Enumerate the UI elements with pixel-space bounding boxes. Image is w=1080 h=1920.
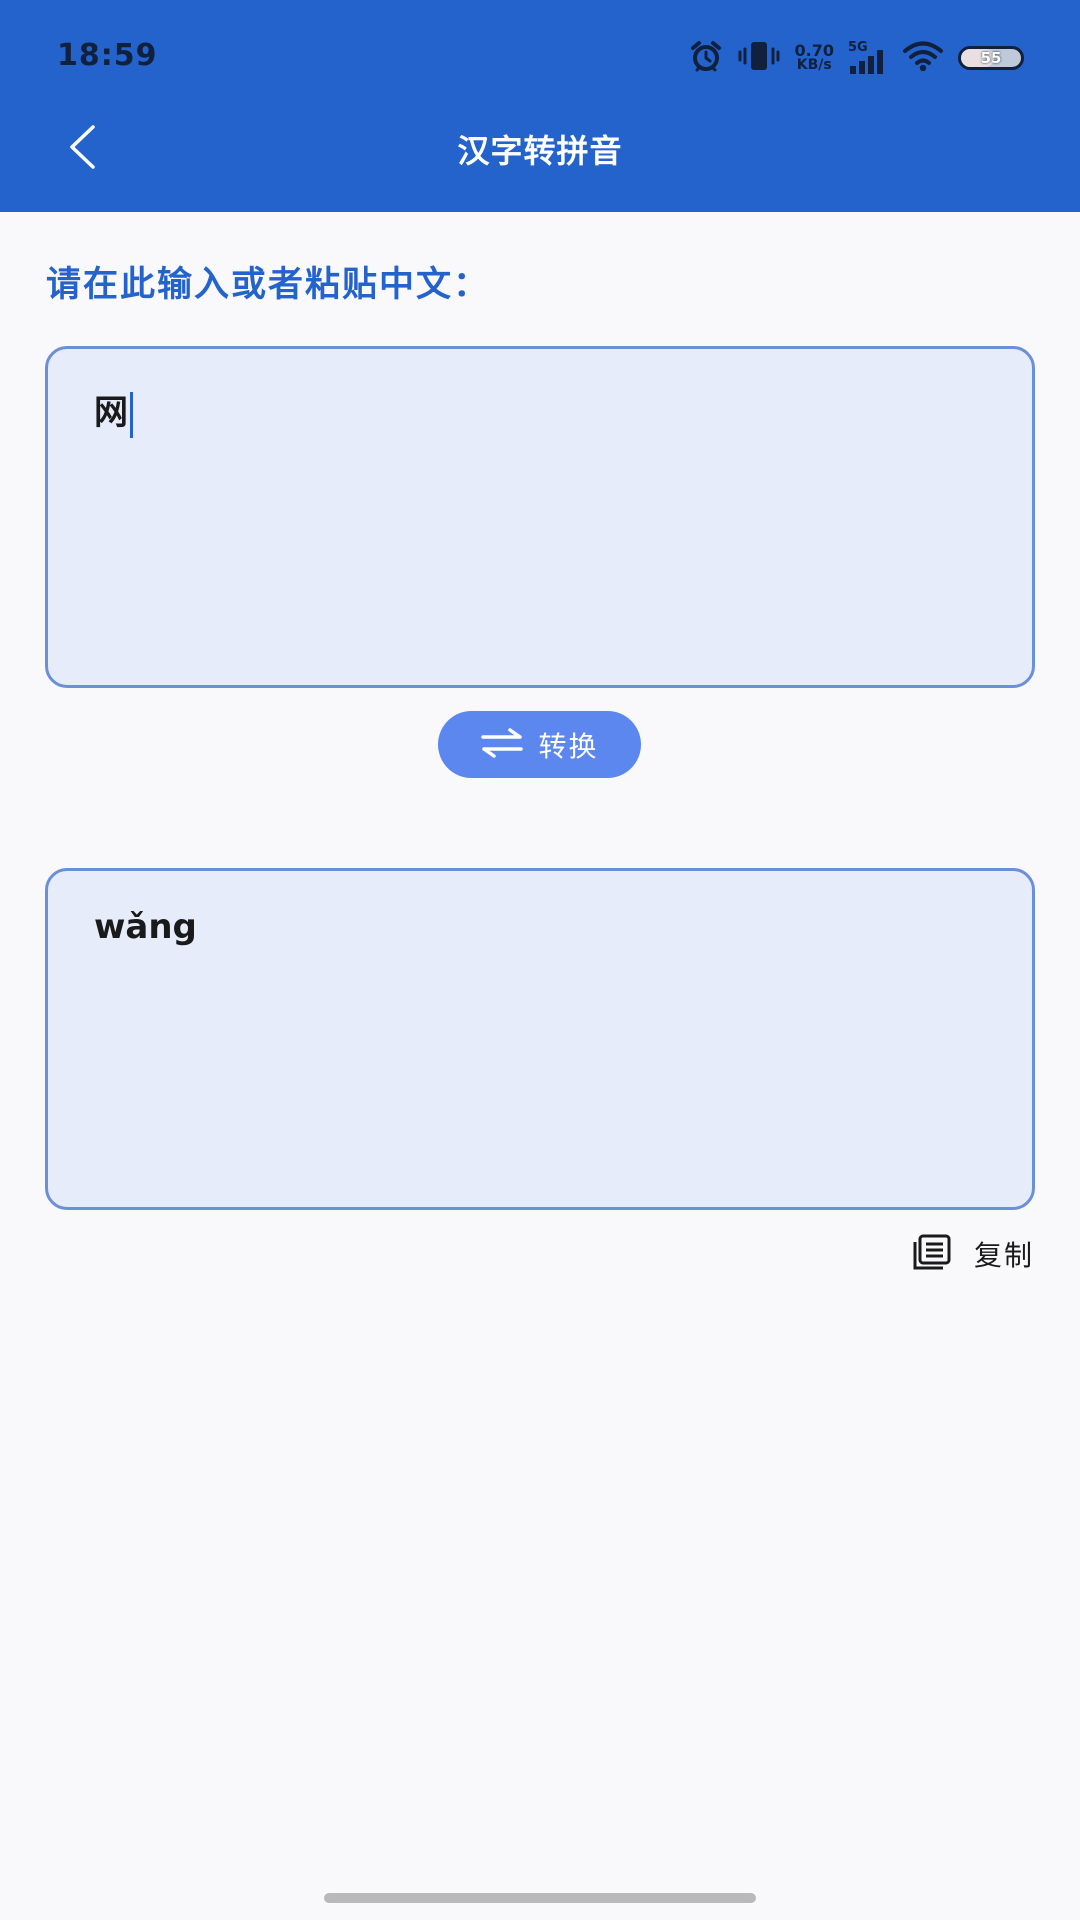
chinese-input-field[interactable]: 网 xyxy=(45,346,1035,688)
net-speed-value: 0.70 xyxy=(794,41,834,60)
battery-icon: 55 xyxy=(958,46,1024,70)
input-prompt: 请在此输入或者粘贴中文： xyxy=(46,265,491,305)
net-speed: 0.70 KB/s xyxy=(795,43,834,73)
copy-button[interactable]: 复制 xyxy=(912,1232,1034,1276)
page-title: 汉字转拼音 xyxy=(457,132,623,170)
pinyin-output-field[interactable]: wǎng xyxy=(45,868,1035,1210)
status-time: 18:59 xyxy=(57,38,158,73)
convert-button[interactable]: 转换 xyxy=(438,711,641,778)
output-text: wǎng xyxy=(94,907,197,947)
copy-button-label: 复制 xyxy=(973,1239,1034,1272)
convert-button-label: 转换 xyxy=(538,729,599,763)
app-bar: 18:59 0.70 KB/s 5G 55 汉字转拼音 xyxy=(0,0,1080,212)
status-icons: 0.70 KB/s 5G 55 xyxy=(675,36,1024,80)
text-cursor xyxy=(130,391,133,438)
net-speed-unit: KB/s xyxy=(796,57,832,73)
input-text: 网 xyxy=(94,393,128,433)
copy-icon xyxy=(912,1234,952,1274)
swap-arrows-icon xyxy=(480,727,524,762)
alarm-icon xyxy=(689,39,723,77)
vibrate-icon xyxy=(737,39,781,77)
signal-icon: 5G xyxy=(848,40,888,76)
wifi-icon xyxy=(902,40,944,76)
input-content: 网 xyxy=(94,385,133,438)
battery-level: 55 xyxy=(980,49,1002,67)
home-indicator[interactable] xyxy=(324,1893,756,1903)
